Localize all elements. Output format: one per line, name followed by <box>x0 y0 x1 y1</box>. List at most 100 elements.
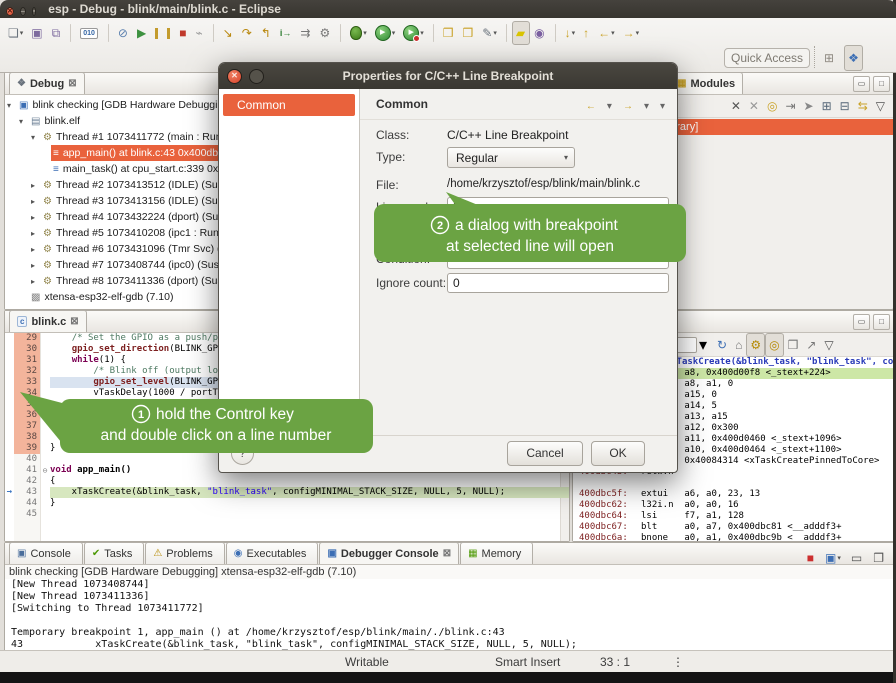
step-return-icon[interactable]: ↰ <box>257 21 276 45</box>
forward-icon[interactable]: →▾ <box>619 21 644 45</box>
disassembly-line[interactable] <box>573 478 893 489</box>
line-number[interactable]: 44 <box>14 498 40 509</box>
remove-icon[interactable]: ✕ <box>727 94 745 118</box>
disassembly-line[interactable]: 400dbc5f:extui a6, a0, 23, 13 <box>573 489 893 500</box>
dialog-close-icon[interactable]: ✕ <box>227 69 242 84</box>
instruction-stepping-icon[interactable]: i→ <box>276 21 297 45</box>
type-select[interactable]: Regular▾ <box>447 147 575 168</box>
skip-breakpoints-icon[interactable]: ⊘ <box>114 21 133 45</box>
link-icon[interactable]: ⇆ <box>854 94 872 118</box>
toolbar-button[interactable] <box>433 24 434 42</box>
debug-icon[interactable]: ▾ <box>346 21 371 45</box>
tree-expander-icon[interactable]: ▸ <box>31 181 41 190</box>
select-icon[interactable]: ➤ <box>800 94 818 118</box>
fold-icon[interactable] <box>40 509 50 520</box>
sync-active-context-icon[interactable]: ⚙ <box>746 333 765 357</box>
run-icon[interactable]: ▶▾ <box>371 21 400 45</box>
go-to-file-icon[interactable]: ⇥ <box>781 94 799 118</box>
fold-icon[interactable]: ⊖ <box>40 465 50 476</box>
toolbar-button[interactable] <box>506 24 507 42</box>
tab-debugger-console[interactable]: ▣Debugger Console⊠ <box>319 542 459 564</box>
close-icon[interactable]: ⊠ <box>68 78 76 89</box>
cancel-button[interactable]: Cancel <box>507 441 583 466</box>
forward-icon[interactable]: → <box>619 95 637 119</box>
view-menu-icon[interactable]: ▽ <box>820 333 837 357</box>
console-output[interactable]: [New Thread 1073408744][New Thread 10734… <box>5 579 893 651</box>
line-number[interactable]: 43 <box>14 487 40 498</box>
tab-modules[interactable]: ▦ Modules <box>669 72 743 94</box>
dialog-menu-icon[interactable] <box>249 69 264 84</box>
pin-icon[interactable]: ↗ <box>802 333 820 357</box>
fold-icon[interactable] <box>40 498 50 509</box>
window-minimize-icon[interactable]: – <box>20 7 26 16</box>
tree-expander-icon[interactable]: ▸ <box>31 197 41 206</box>
open-perspective-icon[interactable]: ⊞ <box>820 45 838 71</box>
disconnect-icon[interactable]: ⌁ <box>191 21 207 45</box>
mark-occurrences-icon[interactable]: ▰ <box>512 21 530 45</box>
fold-icon[interactable] <box>40 487 50 498</box>
tree-expander-icon[interactable]: ▸ <box>31 229 41 238</box>
back-icon[interactable]: ←▾ <box>594 21 619 45</box>
tree-expander-icon[interactable]: ▸ <box>31 245 41 254</box>
toolbar-button[interactable] <box>340 24 341 42</box>
sidebar-item-common[interactable]: Common <box>223 94 355 116</box>
tree-expander-icon[interactable]: ▸ <box>31 261 41 270</box>
45[interactable]: 45 <box>5 509 569 520</box>
disassembly-line[interactable]: 400dbc62:l32i.n a0, a0, 16 <box>573 500 893 511</box>
minimize-icon[interactable]: ▭ <box>853 76 870 92</box>
last-edit-location-icon[interactable]: ↓▾ <box>561 21 580 45</box>
tab-blink-c[interactable]: c blink.c ⊠ <box>9 310 87 332</box>
load-symbols-icon[interactable]: ◎ <box>763 94 781 118</box>
tab-debug[interactable]: ❖ Debug ⊠ <box>9 72 85 94</box>
ok-button[interactable]: OK <box>591 441 645 466</box>
debug-perspective-icon[interactable]: ❖ <box>844 45 863 71</box>
back-icon[interactable]: ← <box>582 95 600 119</box>
location-dropdown-icon[interactable]: ▾ <box>699 335 707 355</box>
resume-icon[interactable]: ▶ <box>133 21 151 45</box>
tree-expander-icon[interactable]: ▾ <box>19 117 29 126</box>
minimize-icon[interactable]: ▭ <box>853 314 870 330</box>
toolbar-button[interactable] <box>70 24 71 42</box>
tab-problems[interactable]: ⚠Problems <box>145 542 224 564</box>
toolbar-button[interactable] <box>555 24 556 42</box>
fold-icon[interactable] <box>40 344 50 355</box>
tab-memory[interactable]: ▦Memory <box>460 542 533 564</box>
line-number[interactable]: 41 <box>14 465 40 476</box>
42[interactable]: 42 { <box>5 476 569 487</box>
forward-menu-icon[interactable]: ▾ <box>640 95 653 119</box>
tab-executables[interactable]: ◉Executables <box>226 542 319 564</box>
toolbar-button[interactable] <box>213 24 214 42</box>
view-menu-icon[interactable]: ▽ <box>872 94 889 118</box>
annotate-icon[interactable]: ✎▾ <box>478 21 501 45</box>
collapse-all-icon[interactable]: ⊟ <box>836 94 854 118</box>
debug-settings-icon[interactable]: ⚙ <box>315 21 335 45</box>
track-expression-icon[interactable]: ◎ <box>765 333 783 357</box>
expand-all-icon[interactable]: ⊞ <box>818 94 836 118</box>
44[interactable]: 44 } <box>5 498 569 509</box>
refresh-icon[interactable]: ↻ <box>713 333 731 357</box>
step-over-icon[interactable]: ↷ <box>238 21 257 45</box>
tab-tasks[interactable]: ✔Tasks <box>84 542 145 564</box>
ignore-count-input[interactable] <box>447 273 669 293</box>
module-row[interactable]: [Shared Library] <box>665 119 893 135</box>
quick-access[interactable]: Quick Access <box>724 48 810 68</box>
save-icon[interactable]: ▣ <box>27 21 47 45</box>
line-number[interactable]: 42 <box>14 476 40 487</box>
maximize-icon[interactable]: □ <box>873 76 890 92</box>
terminate-icon[interactable]: ■ <box>175 21 191 45</box>
line-number[interactable]: 30 <box>14 344 40 355</box>
home-icon[interactable]: ⌂ <box>731 333 746 357</box>
close-icon[interactable]: ⊠ <box>443 548 451 559</box>
step-into-icon[interactable]: ↘ <box>219 21 238 45</box>
window-maximize-icon[interactable]: ▫ <box>32 7 36 16</box>
disassembly-line[interactable]: 400dbc64:lsi f7, a1, 128 <box>573 511 893 522</box>
disassembly-line[interactable]: 400dbc6a:bnone a0, a1, 0x400dbc9b <__add… <box>573 533 893 541</box>
fold-icon[interactable] <box>40 333 50 344</box>
view-menu-icon[interactable]: ▾ <box>656 95 669 119</box>
tree-expander-icon[interactable]: ▾ <box>7 101 17 110</box>
open-element-icon[interactable]: ❒ <box>439 21 459 45</box>
go-into-icon[interactable]: ↑ <box>579 21 594 45</box>
fold-icon[interactable] <box>40 476 50 487</box>
binary-icon[interactable]: 010 <box>76 21 103 45</box>
line-number[interactable]: 45 <box>14 509 40 520</box>
